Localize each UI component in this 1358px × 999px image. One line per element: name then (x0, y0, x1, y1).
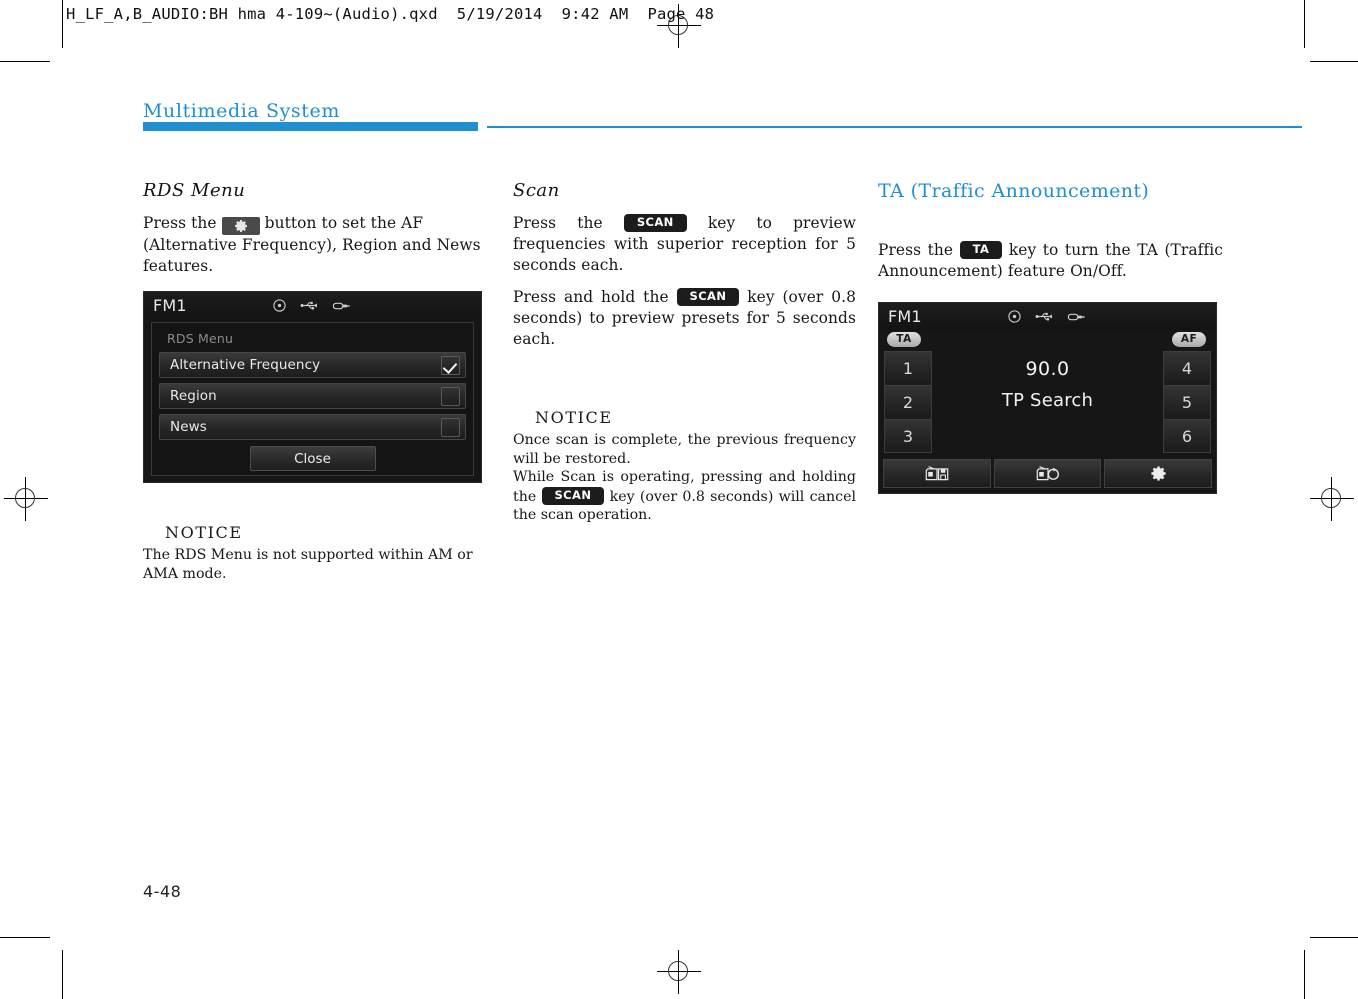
crop-mark-top-left-horizontal (0, 61, 50, 62)
ta-text-before: Press the (878, 241, 954, 259)
checkbox-checked-icon[interactable] (441, 356, 460, 375)
preset-button-1[interactable]: 1 (884, 351, 932, 385)
rds-item-label: Region (170, 388, 217, 404)
section-title-ta: TA (Traffic Announcement) (878, 180, 1150, 202)
column-middle: Scan Press the SCAN key to preview frequ… (513, 180, 856, 525)
rds-item-label: Alternative Frequency (170, 357, 321, 373)
settings-button[interactable] (1104, 459, 1213, 488)
running-head-rule (487, 126, 1302, 128)
rds-panel-caption: RDS Menu (167, 331, 234, 346)
registration-mark-bottom (657, 950, 701, 994)
notice-body-line1: Once scan is complete, the previous freq… (513, 432, 856, 467)
registration-mark-right (1310, 477, 1354, 521)
preset-button-5[interactable]: 5 (1163, 385, 1211, 419)
disc-icon (1007, 309, 1022, 324)
notice-block-middle: NOTICE Once scan is complete, the previo… (513, 408, 856, 525)
rds-screen-titlebar: FM1 (144, 292, 481, 319)
section-title-rds-menu: RDS Menu (143, 180, 246, 201)
rds-screen-source-label: FM1 (153, 296, 187, 315)
gear-icon (221, 217, 260, 235)
ta-paragraph: Press the TA key to turn the TA (Traffic… (878, 240, 1223, 282)
radio-scan-button[interactable] (993, 459, 1102, 488)
scan-paragraph-1: Press the SCAN key to preview frequencie… (513, 213, 856, 276)
scan-p2-before: Press and hold the (513, 288, 669, 306)
scan-key-badge: SCAN (623, 214, 687, 232)
crop-mark-bottom-left-horizontal (0, 937, 50, 938)
notice-title: NOTICE (535, 408, 613, 427)
radio-scan-icon (1035, 464, 1061, 483)
rds-intro-text-before: Press the (143, 214, 217, 232)
notice-block-left: NOTICE The RDS Menu is not supported wit… (143, 523, 486, 583)
scan-paragraph-2: Press and hold the SCAN key (over 0.8 se… (513, 287, 856, 350)
gear-icon (1149, 464, 1168, 483)
section-title-scan: Scan (513, 180, 560, 201)
tuner-frequency: 90.0 (1025, 358, 1070, 380)
crop-mark-top-left-vertical (62, 0, 63, 48)
checkbox-unchecked-icon[interactable] (441, 418, 460, 437)
column-right: TA (Traffic Announcement) Press the TA k… (878, 180, 1223, 494)
crop-mark-top-right-horizontal (1310, 61, 1358, 62)
running-head-bar (143, 122, 478, 131)
close-button[interactable]: Close (249, 446, 376, 471)
preset-column-right: 4 5 6 (1163, 351, 1211, 456)
aux-plug-icon (1067, 311, 1086, 323)
usb-icon (1035, 310, 1054, 323)
rds-menu-item-region[interactable]: Region (159, 383, 466, 409)
tuner-screen-titlebar: FM1 (879, 303, 1216, 330)
fm-tuner-screen: FM1 TA AF 1 2 3 4 5 6 90.0 TP Search (878, 302, 1217, 494)
usb-icon (300, 299, 319, 312)
rds-item-label: News (170, 419, 207, 435)
radio-save-button[interactable] (883, 459, 991, 488)
scan-key-badge: SCAN (541, 486, 605, 505)
tuner-status-text: TP Search (1001, 390, 1094, 411)
tuner-badge-row: TA AF (879, 330, 1216, 350)
aux-plug-icon (332, 300, 351, 312)
tuner-bottom-toolbar (883, 459, 1213, 488)
rds-menu-item-alternative-frequency[interactable]: Alternative Frequency (159, 352, 466, 378)
notice-body: The RDS Menu is not supported within AM … (143, 547, 473, 582)
notice-body-line2: While Scan is operating, pressing and ho… (513, 468, 856, 525)
registration-mark-left (4, 477, 48, 521)
running-head-title: Multimedia System (143, 100, 340, 122)
print-file-header: H_LF_A,B_AUDIO:BH hma 4-109~(Audio).qxd … (66, 5, 715, 23)
checkbox-unchecked-icon[interactable] (441, 387, 460, 406)
preset-button-6[interactable]: 6 (1163, 419, 1211, 453)
rds-menu-intro-paragraph: Press the button to set the AF (Alternat… (143, 213, 486, 277)
scan-p1-before: Press the (513, 214, 603, 232)
preset-button-2[interactable]: 2 (884, 385, 932, 419)
tuner-screen-status-icons (1007, 309, 1086, 324)
rds-menu-screen: FM1 RDS Menu Alternative Frequency Regio… (143, 291, 482, 483)
ta-key-badge: TA (959, 241, 1003, 259)
scan-key-badge: SCAN (676, 288, 740, 306)
rds-menu-item-news[interactable]: News (159, 414, 466, 440)
crop-mark-bottom-right-vertical (1304, 950, 1305, 999)
column-left: RDS Menu Press the button to set the AF … (143, 180, 486, 583)
rds-menu-panel: RDS Menu Alternative Frequency Region Ne… (151, 322, 474, 476)
crop-mark-bottom-right-horizontal (1310, 937, 1358, 938)
crop-mark-top-right-vertical (1304, 0, 1305, 48)
tuner-screen-source-label: FM1 (888, 307, 922, 326)
preset-button-4[interactable]: 4 (1163, 351, 1211, 385)
crop-mark-bottom-left-vertical (62, 950, 63, 999)
radio-save-icon (924, 464, 950, 483)
page-number: 4-48 (143, 882, 182, 901)
preset-column-left: 1 2 3 (884, 351, 932, 456)
status-badge-af: AF (1172, 332, 1206, 347)
tuner-display: 90.0 TP Search (939, 358, 1156, 411)
rds-screen-status-icons (272, 298, 351, 313)
disc-icon (272, 298, 287, 313)
preset-button-3[interactable]: 3 (884, 419, 932, 453)
status-badge-ta: TA (887, 332, 921, 347)
notice-title: NOTICE (165, 523, 243, 542)
